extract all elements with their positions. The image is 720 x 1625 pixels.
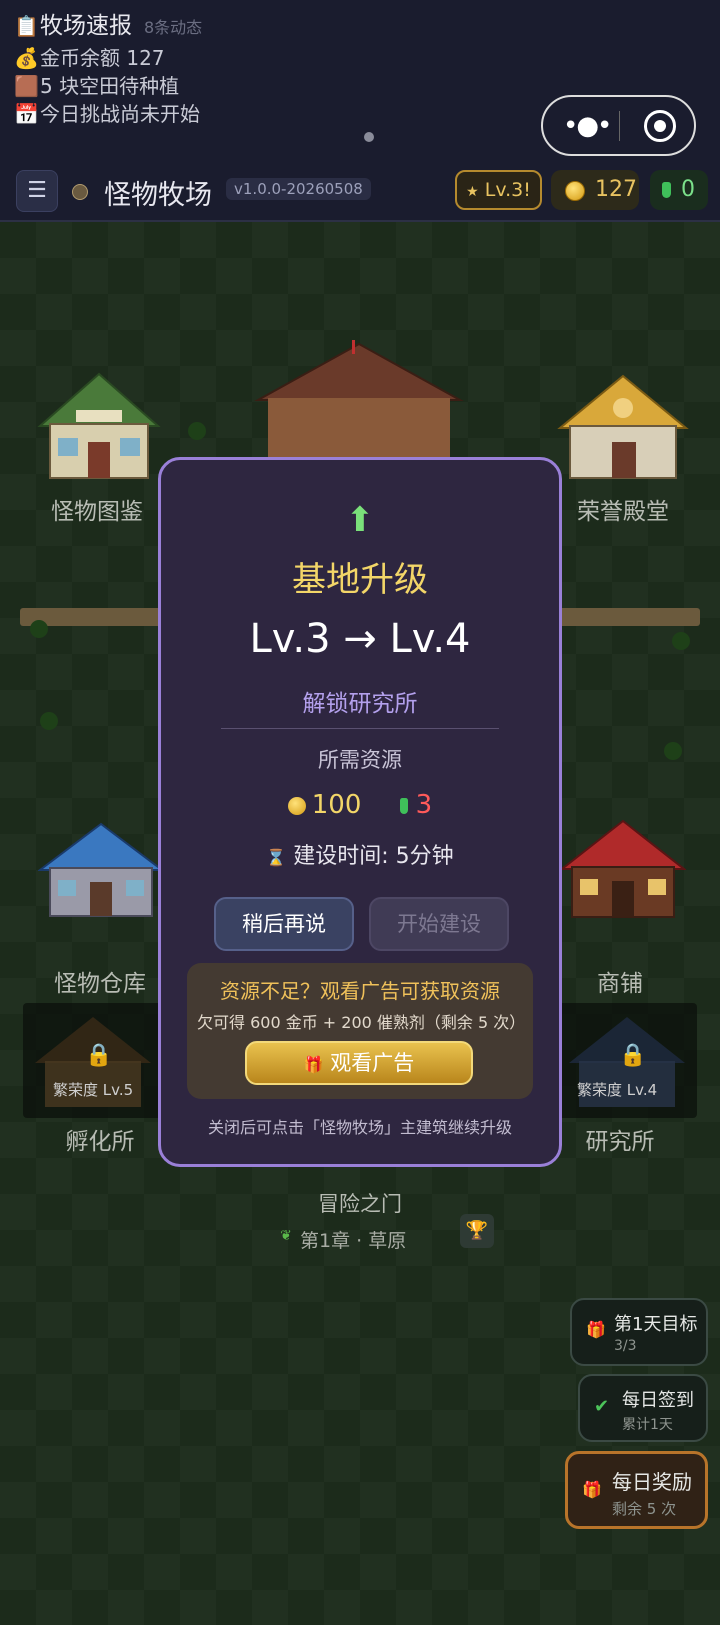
resource-costs: 100 3 [161, 790, 559, 820]
research-building[interactable]: 🔒 繁荣度 Lv.4 [557, 1003, 697, 1118]
potion-cost: 3 [415, 790, 433, 820]
gift-icon: 🎁 [303, 1055, 324, 1074]
build-time-text: 建设时间: 5分钟 [293, 844, 454, 869]
watch-ad-label: 观看广告 [330, 1051, 415, 1075]
more-icon[interactable]: •●• [563, 111, 612, 141]
upgrade-arrow-icon: ⬆ [345, 500, 375, 540]
ad-offer-panel: 资源不足？观看广告可获取资源 欠可得 600 金币 + 200 催熟剂（剩余 5… [187, 963, 533, 1099]
news-title: 牧场速报 [40, 13, 132, 39]
monster-storage-label: 怪物仓库 [54, 971, 146, 997]
capsule-divider [619, 111, 620, 141]
dialog-hint: 关闭后可点击「怪物牧场」主建筑继续升级 [207, 1118, 512, 1137]
chest-icon: 🎁 [586, 1320, 606, 1339]
hourglass-icon: ⌛ [266, 848, 287, 867]
upgrade-dialog: ⬆ 基地升级 Lv.3 → Lv.4 解锁研究所 所需资源 100 3 ⌛ 建设… [158, 457, 562, 1167]
check-icon: ✔ [594, 1396, 610, 1417]
adventure-gate-label[interactable]: 冒险之门 [280, 1188, 440, 1218]
news-item-text: 金币余额 127 [40, 46, 165, 70]
coin-value: 127 [595, 177, 637, 202]
level-alert: ! [523, 179, 531, 201]
start-build-button[interactable]: 开始建设 [369, 897, 509, 951]
monster-book-building[interactable] [36, 372, 162, 482]
daily-reward-card[interactable]: 🎁 每日奖励 剩余 5 次 [565, 1451, 708, 1529]
lock-icon: 🔒 [619, 1043, 647, 1068]
clipboard-icon: 📋 [14, 14, 39, 38]
level-transition: Lv.3 → Lv.4 [249, 616, 471, 662]
hatchery-label: 孵化所 [65, 1129, 135, 1155]
news-item-text: 今日挑战尚未开始 [40, 102, 200, 126]
hatchery-lock-note: 繁荣度 Lv.5 [53, 1081, 134, 1099]
reward-title: 每日奖励 [612, 1470, 692, 1494]
dialog-title: 基地升级 [292, 560, 428, 600]
potion-value: 0 [681, 177, 695, 202]
resources-label: 所需资源 [318, 748, 402, 772]
research-label: 研究所 [585, 1129, 655, 1155]
app-title: 怪物牧场 [104, 180, 212, 211]
tree-icon [40, 712, 58, 730]
ad-offer-reward: 欠可得 600 金币 + 200 催熟剂（剩余 5 次） [197, 1013, 523, 1032]
tree-icon [672, 632, 690, 650]
hall-of-honor-label: 荣誉殿堂 [577, 499, 669, 525]
close-target-icon[interactable] [644, 110, 676, 142]
calendar-icon: 📅 [14, 102, 39, 126]
shop-building[interactable] [560, 817, 686, 921]
main-ranch-building[interactable] [254, 340, 464, 460]
divider [221, 728, 499, 729]
coin-icon [287, 796, 306, 815]
news-item: 📅今日挑战尚未开始 [14, 98, 200, 127]
menu-button[interactable]: ☰ [16, 170, 58, 212]
tree-icon [30, 620, 48, 638]
news-count: 8条动态 [144, 18, 203, 37]
reward-sub: 剩余 5 次 [612, 1500, 677, 1518]
news-item: 🟫5 块空田待种植 [14, 70, 179, 99]
tree-icon [664, 742, 682, 760]
coin-counter[interactable]: 127 [551, 170, 639, 210]
coin-cost: 100 [311, 790, 362, 820]
later-button[interactable]: 稍后再说 [214, 897, 354, 951]
tree-icon [188, 422, 206, 440]
grass-icon: ❦ [280, 1228, 292, 1244]
shop-label: 商铺 [597, 971, 643, 997]
potion-icon [399, 797, 408, 814]
checkin-sub: 累计1天 [622, 1417, 673, 1433]
hall-of-honor-building[interactable] [556, 372, 690, 482]
trophy-icon[interactable]: 🏆 [460, 1214, 494, 1248]
mini-program-capsule: •●• [541, 95, 696, 156]
lock-icon: 🔒 [85, 1043, 113, 1068]
day-goal-card[interactable]: 🎁 第1天目标 3/3 [570, 1298, 708, 1366]
hatchery-building[interactable]: 🔒 繁荣度 Lv.5 [23, 1003, 163, 1118]
daily-checkin-card[interactable]: ✔ 每日签到 累计1天 [578, 1374, 708, 1442]
day-goal-progress: 3/3 [614, 1338, 637, 1354]
monster-storage-building[interactable] [38, 820, 164, 920]
ranch-logo-icon [72, 184, 88, 200]
soil-icon: 🟫 [14, 74, 39, 98]
adventure-chapter: 第1章 · 草原 [300, 1230, 407, 1252]
monster-book-label: 怪物图鉴 [51, 499, 143, 525]
news-item-text: 5 块空田待种植 [40, 74, 180, 98]
research-lock-note: 繁荣度 Lv.4 [577, 1081, 658, 1099]
news-item: 💰金币余额 127 [14, 42, 165, 71]
level-badge[interactable]: ★ Lv.3! [455, 170, 542, 210]
version-tag: v1.0.0-20260508 [226, 178, 371, 200]
page-indicator-dot [364, 132, 374, 142]
day-goal-title: 第1天目标 [614, 1314, 698, 1335]
level-text: Lv.3 [484, 179, 524, 201]
watch-ad-button[interactable]: 🎁 观看广告 [245, 1041, 473, 1085]
coin-icon [565, 181, 585, 201]
build-time: ⌛ 建设时间: 5分钟 [161, 838, 559, 870]
unlock-text: 解锁研究所 [302, 691, 418, 717]
potion-counter[interactable]: 0 [650, 170, 708, 210]
news-header: 📋牧场速报 8条动态 [14, 6, 202, 40]
top-bar: ☰ 怪物牧场 v1.0.0-20260508 ★ Lv.3! 127 0 [0, 160, 720, 222]
potion-icon [662, 182, 671, 198]
ad-offer-title: 资源不足？观看广告可获取资源 [220, 979, 500, 1003]
star-icon: ★ [466, 184, 479, 200]
money-bag-icon: 💰 [14, 46, 39, 70]
gift-icon: 🎁 [582, 1480, 602, 1499]
checkin-title: 每日签到 [622, 1390, 694, 1411]
